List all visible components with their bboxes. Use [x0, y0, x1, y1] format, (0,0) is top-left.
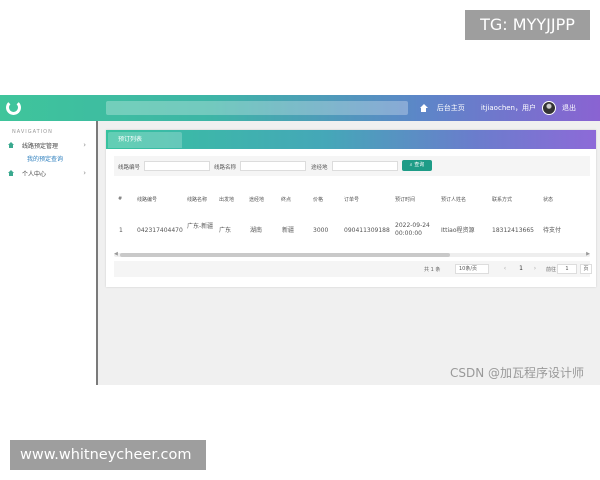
user-name: itjiaochen，用户 — [480, 104, 536, 112]
table-header-route-no: 线路编号 — [137, 197, 158, 203]
sidebar: NAVIGATION 线路预定管理 › 我的预定查询 个人中心 › — [0, 121, 98, 385]
dest-input[interactable] — [332, 161, 398, 171]
pagination: 共 1 条 10条/页 ‹ 1 › 前往 1 页 — [114, 261, 592, 277]
dest-label: 途经地 — [311, 165, 328, 171]
top-right-menu: 后台主页 itjiaochen，用户 退出 — [419, 95, 576, 121]
route-name-label: 线路名称 — [214, 165, 237, 171]
screenshot-canvas: TG: MYYJJPP 后台主页 itjiaochen，用户 退出 NAVIGA… — [0, 0, 600, 480]
table-header-status: 状态 — [543, 197, 554, 203]
home-link[interactable]: 后台主页 — [437, 103, 465, 113]
logout-link[interactable]: 退出 — [562, 103, 576, 113]
home-icon — [8, 142, 14, 148]
prev-page-button[interactable]: ‹ — [500, 264, 510, 274]
filter-bar: 线路编号 线路名称 途经地 ⌕ 查询 — [114, 156, 590, 176]
table-header-origin: 出发地 — [219, 197, 235, 203]
content-panel: 预订列表 线路编号 线路名称 途经地 ⌕ 查询 # 线路编号 线路名称 出发地 … — [106, 130, 596, 287]
sidebar-item-label: 个人中心 — [22, 170, 47, 178]
pager-total: 共 1 条 — [424, 267, 441, 273]
table-header-via: 途经地 — [249, 197, 265, 203]
top-bar: 后台主页 itjiaochen，用户 退出 — [0, 95, 600, 121]
route-no-input[interactable] — [144, 161, 210, 171]
top-search-bar[interactable] — [106, 101, 408, 115]
route-name-input[interactable] — [240, 161, 306, 171]
sidebar-item-personal-center[interactable]: 个人中心 › — [8, 167, 92, 179]
logo-icon[interactable] — [6, 100, 21, 115]
cell-booker: Ittiao程资源 — [441, 227, 475, 234]
table-header-index: # — [118, 196, 123, 202]
cell-route-no: 042317404470 — [137, 227, 183, 234]
cell-via: 湖南 — [250, 227, 263, 234]
url-overlay-badge: www.whitneycheer.com — [10, 440, 206, 470]
query-button-label: 查询 — [414, 162, 425, 168]
scroll-right-icon[interactable]: ▶ — [586, 251, 590, 257]
cell-contact: 18312413665 — [492, 227, 534, 234]
route-no-label: 线路编号 — [118, 165, 141, 171]
cell-end: 新疆 — [282, 227, 295, 234]
scrollbar-thumb[interactable] — [120, 253, 450, 257]
table-header-route-name: 线路名称 — [187, 197, 208, 203]
table-header-price: 价格 — [313, 197, 324, 203]
table-header-booker: 预订人姓名 — [441, 197, 467, 203]
home-icon[interactable] — [419, 104, 428, 112]
nav-heading: NAVIGATION — [12, 129, 53, 135]
scroll-left-icon[interactable]: ◀ — [114, 251, 118, 257]
admin-app: 后台主页 itjiaochen，用户 退出 NAVIGATION 线路预定管理 … — [0, 95, 600, 385]
goto-label: 前往 — [546, 267, 557, 273]
cell-booking-time: 2022-09-24 00:00:00 — [395, 222, 430, 237]
sidebar-subitem-my-bookings[interactable]: 我的预定查询 — [27, 154, 63, 163]
table-header-order-no: 订单号 — [344, 197, 360, 203]
cell-order-no: 090411309188 — [344, 227, 390, 234]
table-header-contact: 联系方式 — [492, 197, 513, 203]
cell-price: 3000 — [313, 227, 329, 234]
tab-booking-list[interactable]: 预订列表 — [108, 132, 182, 148]
horizontal-scrollbar[interactable]: ◀ ▶ — [114, 251, 590, 257]
sidebar-item-route-booking[interactable]: 线路预定管理 › — [8, 139, 92, 151]
current-page[interactable]: 1 — [516, 264, 526, 274]
query-button[interactable]: ⌕ 查询 — [402, 160, 432, 171]
avatar[interactable] — [542, 101, 556, 115]
cell-origin: 广东 — [219, 227, 232, 234]
goto-suffix: 页 — [580, 264, 592, 274]
cell-route-name: 广东-新疆 — [187, 223, 214, 230]
next-page-button[interactable]: › — [530, 264, 540, 274]
table-header-end: 终点 — [281, 197, 292, 203]
cell-index: 1 — [119, 227, 123, 234]
csdn-watermark: CSDN @加瓦程序设计师 — [450, 366, 585, 380]
home-icon — [8, 170, 14, 176]
chevron-right-icon: › — [83, 141, 86, 149]
panel-header: 预订列表 — [106, 130, 596, 149]
tg-overlay-badge: TG: MYYJJPP — [465, 10, 590, 40]
table-header-booking-time: 预订时间 — [395, 197, 416, 203]
page-size-select[interactable]: 10条/页 — [455, 264, 489, 274]
chevron-right-icon: › — [83, 169, 86, 177]
goto-page-input[interactable]: 1 — [557, 264, 577, 274]
cell-status: 待支付 — [543, 227, 562, 234]
sidebar-item-label: 线路预定管理 — [22, 142, 59, 150]
